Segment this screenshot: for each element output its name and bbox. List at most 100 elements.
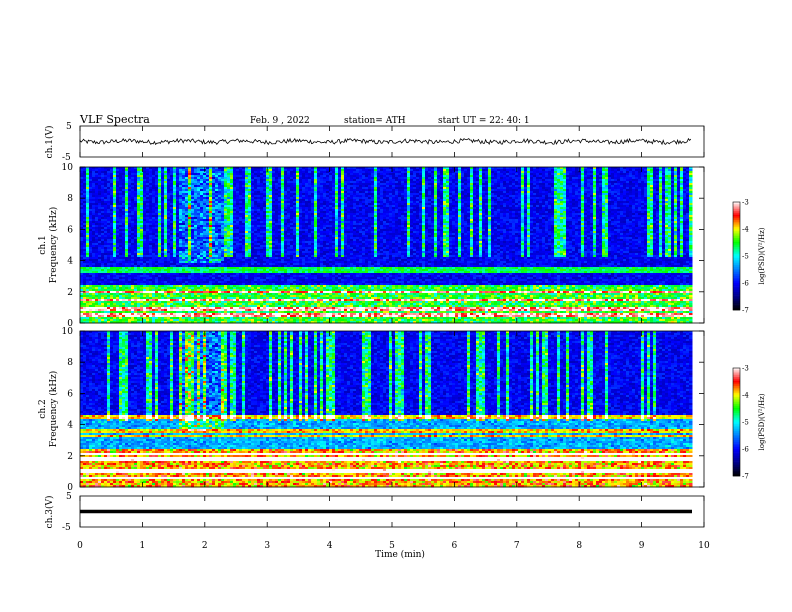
- spectrogram-cell: [98, 207, 102, 210]
- spectrogram-cell: [506, 187, 510, 190]
- spectrogram-cell: [650, 183, 654, 186]
- spectrogram-cell: [335, 187, 339, 190]
- spectrogram-cell: [413, 189, 417, 192]
- spectrogram-cell: [116, 185, 120, 188]
- spectrogram-cell: [224, 191, 228, 194]
- spectrogram-cell: [683, 201, 687, 204]
- spectrogram-cell: [419, 203, 423, 206]
- spectrogram-cell: [416, 195, 420, 198]
- spectrogram-cell: [521, 189, 525, 192]
- spectrogram-cell: [206, 207, 210, 210]
- spectrogram-cell: [263, 203, 267, 206]
- spectrogram-cell: [89, 171, 93, 174]
- spectrogram-cell: [434, 169, 438, 172]
- spectrogram-cell: [467, 187, 471, 190]
- spectrogram-cell: [413, 177, 417, 180]
- spectrogram-cell: [662, 197, 666, 200]
- spectrogram-cell: [89, 179, 93, 182]
- spectrogram-cell: [167, 181, 171, 184]
- spectrogram-cell: [665, 183, 669, 186]
- spectrogram-cell: [341, 171, 345, 174]
- spectrogram-cell: [446, 169, 450, 172]
- spectrogram-cell: [161, 213, 165, 216]
- spectrogram-cell: [191, 201, 195, 204]
- spectrogram-cell: [461, 187, 465, 190]
- spectrogram-cell: [269, 193, 273, 196]
- spectrogram-cell: [443, 213, 447, 216]
- spectrogram-cell: [656, 207, 660, 210]
- spectrogram-cell: [227, 175, 231, 178]
- spectrogram-cell: [224, 213, 228, 216]
- spectrogram-cell: [497, 209, 501, 212]
- spectrogram-cell: [158, 213, 162, 216]
- spectrogram-cell: [434, 197, 438, 200]
- spectrogram-cell: [611, 175, 615, 178]
- spectrogram-cell: [323, 185, 327, 188]
- spectrogram-cell: [305, 169, 309, 172]
- spectrogram-cell: [548, 213, 552, 216]
- spectrogram-cell: [407, 201, 411, 204]
- spectrogram-cell: [290, 205, 294, 208]
- spectrogram-cell: [584, 189, 588, 192]
- spectrogram-cell: [632, 201, 636, 204]
- spectrogram-cell: [653, 213, 657, 216]
- spectrogram-cell: [218, 189, 222, 192]
- spectrogram-cell: [509, 177, 513, 180]
- spectrogram-cell: [584, 201, 588, 204]
- spectrogram-cell: [602, 177, 606, 180]
- spectrogram-cell: [317, 215, 321, 218]
- spectrogram-cell: [656, 177, 660, 180]
- spectrogram-cell: [176, 209, 180, 212]
- spectrogram-cell: [638, 175, 642, 178]
- spectrogram-cell: [119, 183, 123, 186]
- spectrogram-cell: [383, 189, 387, 192]
- spectrogram-cell: [251, 177, 255, 180]
- spectrogram-cell: [116, 215, 120, 218]
- spectrogram-cell: [209, 179, 213, 182]
- spectrogram-cell: [182, 185, 186, 188]
- spectrogram-cell: [266, 187, 270, 190]
- spectrogram-cell: [647, 183, 651, 186]
- spectrogram-cell: [536, 175, 540, 178]
- spectrogram-cell: [398, 213, 402, 216]
- spectrogram-cell: [80, 207, 84, 210]
- spectrogram-cell: [500, 187, 504, 190]
- spectrogram-cell: [512, 177, 516, 180]
- spectrogram-cell: [518, 193, 522, 196]
- spectrogram-cell: [83, 211, 87, 214]
- spectrogram-cell: [407, 175, 411, 178]
- spectrogram-cell: [215, 197, 219, 200]
- spectrogram-cell: [662, 169, 666, 172]
- spectrogram-cell: [668, 181, 672, 184]
- spectrogram-cell: [647, 171, 651, 174]
- spectrogram-cell: [107, 173, 111, 176]
- spectrogram-cell: [566, 183, 570, 186]
- spectrogram-cell: [407, 191, 411, 194]
- spectrogram-cell: [389, 207, 393, 210]
- spectrogram-cell: [197, 197, 201, 200]
- spectrogram-cell: [389, 193, 393, 196]
- spectrogram-cell: [641, 207, 645, 210]
- spectrogram-cell: [239, 171, 243, 174]
- spectrogram-cell: [515, 193, 519, 196]
- spectrogram-cell: [251, 197, 255, 200]
- spectrogram-cell: [209, 193, 213, 196]
- spectrogram-cell: [215, 169, 219, 172]
- spectrogram-cell: [503, 185, 507, 188]
- spectrogram-cell: [167, 185, 171, 188]
- spectrogram-cell: [488, 183, 492, 186]
- spectrogram-cell: [110, 197, 114, 200]
- spectrogram-cell: [386, 197, 390, 200]
- spectrogram-cell: [146, 193, 150, 196]
- spectrogram-cell: [176, 175, 180, 178]
- spectrogram-cell: [524, 173, 528, 176]
- spectrogram-cell: [296, 189, 300, 192]
- spectrogram-cell: [584, 195, 588, 198]
- spectrogram-cell: [569, 183, 573, 186]
- spectrogram-cell: [242, 199, 246, 202]
- spectrogram-cell: [122, 173, 126, 176]
- spectrogram-cell: [245, 169, 249, 172]
- spectrogram-cell: [230, 207, 234, 210]
- spectrogram-cell: [431, 199, 435, 202]
- spectrogram-cell: [110, 209, 114, 212]
